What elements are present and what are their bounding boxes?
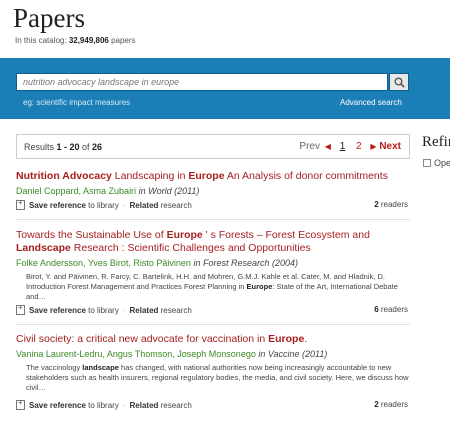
next-arrow-icon[interactable]: ▶	[370, 142, 376, 151]
search-bar: nutrition advocacy landscape in europe e…	[0, 58, 450, 119]
page-2-link[interactable]: 2	[356, 141, 362, 152]
item-actions: Save reference to library·Related resear…	[16, 303, 410, 315]
search-input[interactable]: nutrition advocacy landscape in europe	[16, 73, 388, 91]
paper-authors: Vanina Laurent-Ledru, Angus Thomson, Jos…	[16, 349, 328, 359]
paper-title-link[interactable]: Civil society: a critical new advocate f…	[16, 333, 410, 346]
page-1-link[interactable]: 1	[340, 141, 346, 152]
results-count: Results 1 - 20 of 26	[24, 142, 103, 152]
paper-title-link[interactable]: Nutrition Advocacy Landscaping in Europe…	[16, 170, 410, 183]
related-research-link[interactable]: Related	[130, 401, 159, 410]
add-reference-icon[interactable]	[16, 198, 25, 210]
pager: Prev ◀ 1 2 ▶ Next	[299, 141, 401, 152]
open-access-checkbox[interactable]	[423, 159, 431, 167]
paper-title-link[interactable]: Towards the Sustainable Use of Europe ' …	[16, 229, 410, 255]
divider	[16, 219, 410, 220]
search-button[interactable]	[389, 73, 409, 91]
next-link[interactable]: Next	[379, 141, 401, 152]
related-research-link[interactable]: Related	[130, 201, 159, 210]
refine-heading: Refine	[422, 134, 450, 150]
save-reference-link[interactable]: Save reference	[29, 201, 86, 210]
list-item: Nutrition Advocacy Landscaping in Europe…	[16, 170, 410, 197]
save-reference-link[interactable]: Save reference	[29, 306, 86, 315]
paper-snippet: Birot, Y. and Päivinen, R. Farcy, C. Bar…	[26, 272, 398, 301]
paper-authors: Daniel Coppard, Asma Zubairi in World (2…	[16, 186, 200, 196]
add-reference-icon[interactable]	[16, 398, 25, 410]
readers-count: 2 readers	[374, 200, 408, 209]
header: Papers In this catalog: 32,949,806 paper…	[0, 0, 450, 58]
readers-count: 6 readers	[374, 305, 408, 314]
page-title: Papers	[13, 3, 85, 33]
paper-snippet: The vaccinology landscape has changed, w…	[26, 363, 409, 392]
advanced-search-link[interactable]: Advanced search	[340, 98, 402, 107]
prev-link[interactable]: Prev	[299, 141, 320, 152]
results-bar: Results 1 - 20 of 26 Prev ◀ 1 2 ▶ Next	[16, 134, 410, 159]
catalog-count-line: In this catalog: 32,949,806 papers	[15, 36, 136, 45]
add-reference-icon[interactable]	[16, 303, 25, 315]
divider	[16, 324, 410, 325]
related-research-link[interactable]: Related	[130, 306, 159, 315]
item-actions: Save reference to library·Related resear…	[16, 198, 410, 210]
paper-authors: Folke Andersson, Yves Birot, Risto Päivi…	[16, 258, 298, 268]
search-hint: eg: scientific impact measures	[23, 98, 131, 107]
prev-arrow-icon[interactable]: ◀	[325, 142, 331, 151]
open-access-filter[interactable]: Open	[423, 158, 450, 168]
readers-count: 2 readers	[374, 400, 408, 409]
list-item: Towards the Sustainable Use of Europe ' …	[16, 229, 410, 302]
save-reference-link[interactable]: Save reference	[29, 401, 86, 410]
catalog-count: 32,949,806	[68, 36, 109, 45]
list-item: Civil society: a critical new advocate f…	[16, 333, 410, 393]
search-icon	[394, 77, 405, 88]
item-actions: Save reference to library·Related resear…	[16, 398, 410, 410]
